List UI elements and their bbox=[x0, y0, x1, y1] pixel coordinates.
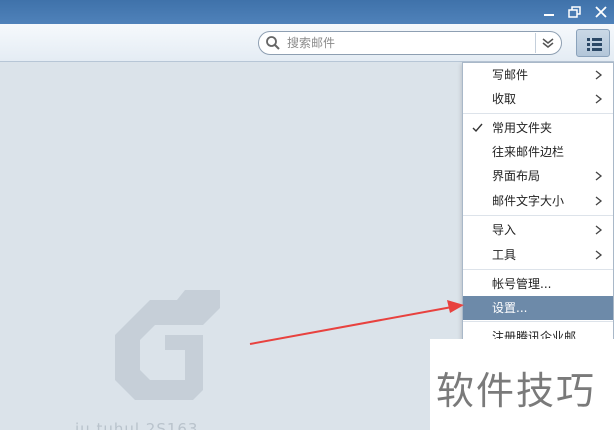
menu-item-text-size[interactable]: 邮件文字大小 bbox=[463, 189, 613, 213]
menu-item-settings[interactable]: 设置... bbox=[463, 296, 613, 320]
foxmail-logo-icon bbox=[115, 290, 220, 400]
list-menu-icon bbox=[587, 38, 602, 51]
menu-item-common-folders[interactable]: 常用文件夹 bbox=[463, 116, 613, 140]
toolbar: 搜索邮件 bbox=[0, 24, 614, 62]
watermark-text: 软件技巧 bbox=[436, 369, 597, 413]
restore-icon[interactable] bbox=[566, 3, 584, 21]
menu-item-account-management[interactable]: 帐号管理... bbox=[463, 272, 613, 296]
checkmark-icon bbox=[472, 123, 483, 133]
search-options-dropdown[interactable] bbox=[535, 33, 559, 53]
menu-item-tools[interactable]: 工具 bbox=[463, 243, 613, 267]
chevron-right-icon bbox=[595, 70, 603, 80]
search-placeholder: 搜索邮件 bbox=[287, 36, 336, 50]
menu-item-register-enterprise-mail[interactable]: 注册腾讯企业邮 bbox=[463, 325, 613, 340]
search-icon bbox=[265, 35, 281, 51]
menu-separator bbox=[463, 269, 613, 270]
menu-separator bbox=[463, 113, 613, 114]
title-bar bbox=[0, 0, 614, 24]
logo-text: iu.tuhul.2S163 bbox=[75, 420, 199, 430]
search-input[interactable]: 搜索邮件 bbox=[258, 31, 562, 55]
chevron-right-icon bbox=[595, 94, 603, 104]
main-menu-dropdown: 写邮件 收取 常用文件夹 往来邮件边栏 界面布局 邮件文字大小 导入 工具 帐号… bbox=[462, 62, 614, 340]
menu-item-label: 帐号管理... bbox=[492, 277, 552, 291]
menu-item-label: 写邮件 bbox=[492, 68, 529, 82]
menu-item-label: 界面布局 bbox=[492, 169, 541, 183]
menu-item-receive[interactable]: 收取 bbox=[463, 87, 613, 111]
menu-separator bbox=[463, 321, 613, 322]
menu-item-label: 导入 bbox=[492, 223, 517, 237]
menu-item-compose[interactable]: 写邮件 bbox=[463, 63, 613, 87]
menu-item-import[interactable]: 导入 bbox=[463, 218, 613, 242]
minimize-icon[interactable] bbox=[540, 3, 558, 21]
menu-separator bbox=[463, 215, 613, 216]
menu-item-label: 收取 bbox=[492, 92, 517, 106]
menu-item-label: 常用文件夹 bbox=[492, 121, 553, 135]
chevron-right-icon bbox=[595, 250, 603, 260]
menu-item-label: 工具 bbox=[492, 248, 517, 262]
menu-item-layout[interactable]: 界面布局 bbox=[463, 164, 613, 188]
chevron-right-icon bbox=[595, 225, 603, 235]
chevron-right-icon bbox=[595, 171, 603, 181]
chevron-right-icon bbox=[595, 196, 603, 206]
menu-item-label: 设置... bbox=[492, 301, 528, 315]
menu-item-label: 往来邮件边栏 bbox=[492, 145, 565, 159]
main-menu-button[interactable] bbox=[576, 29, 610, 57]
menu-item-label: 邮件文字大小 bbox=[492, 194, 565, 208]
menu-item-label: 注册腾讯企业邮 bbox=[492, 330, 577, 340]
close-icon[interactable] bbox=[592, 3, 610, 21]
menu-item-correspondence-sidebar[interactable]: 往来邮件边栏 bbox=[463, 140, 613, 164]
